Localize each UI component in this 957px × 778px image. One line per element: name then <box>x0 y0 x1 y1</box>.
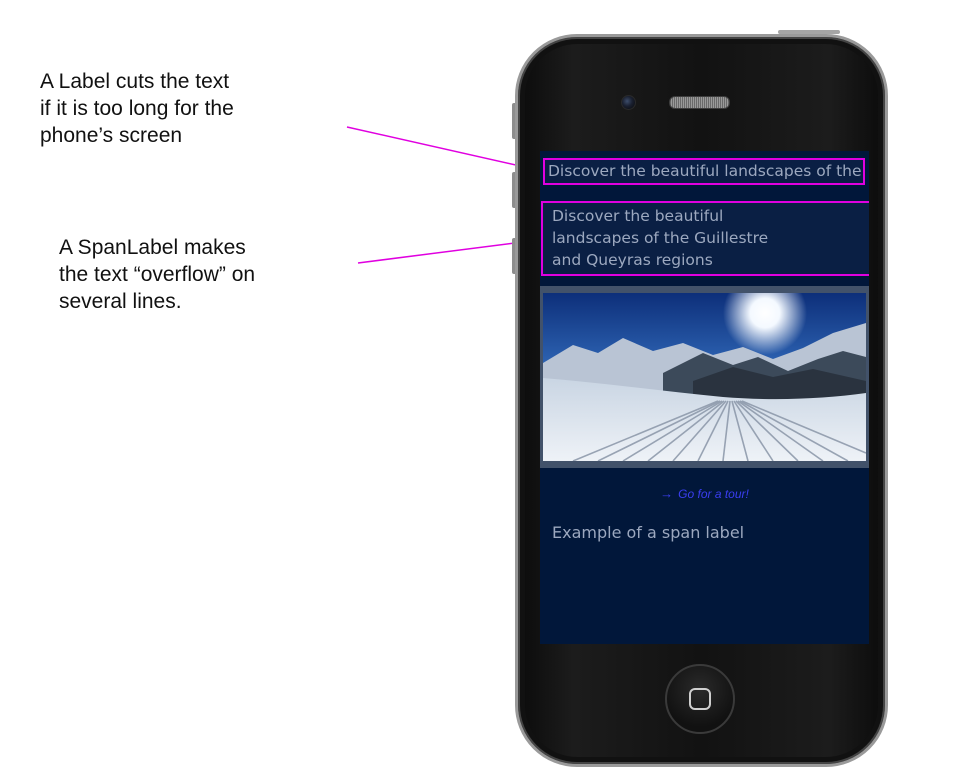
label-text: Discover the beautiful landscapes of the… <box>548 162 863 180</box>
spanlabel-arrow <box>357 239 539 264</box>
label-arrow <box>346 126 539 171</box>
spanlabel-text: Discover the beautiful landscapes of the… <box>552 207 769 269</box>
ski-slope-illustration <box>543 293 866 461</box>
front-camera <box>621 95 636 110</box>
landscape-image-frame <box>540 286 869 468</box>
tour-link[interactable]: → Go for a tour! <box>540 486 869 501</box>
stage: A Label cuts the text if it is too long … <box>0 0 957 778</box>
ski-slope-photo <box>543 293 866 461</box>
home-button[interactable] <box>665 664 735 734</box>
label-annotation: A Label cuts the text if it is too long … <box>40 70 234 147</box>
phone-screen: Discover the beautiful landscapes of the… <box>540 151 869 644</box>
span-label-example: Example of a span label <box>552 523 745 542</box>
earpiece-speaker <box>669 96 730 109</box>
home-square-icon <box>689 688 711 710</box>
label-component: Discover the beautiful landscapes of the… <box>543 158 865 185</box>
arrow-right-icon: → <box>660 486 674 501</box>
spanlabel-annotation: A SpanLabel makes the text “overflow” on… <box>59 236 256 313</box>
spanlabel-component: Discover the beautiful landscapes of the… <box>541 201 869 276</box>
tour-link-text: Go for a tour! <box>678 487 749 501</box>
